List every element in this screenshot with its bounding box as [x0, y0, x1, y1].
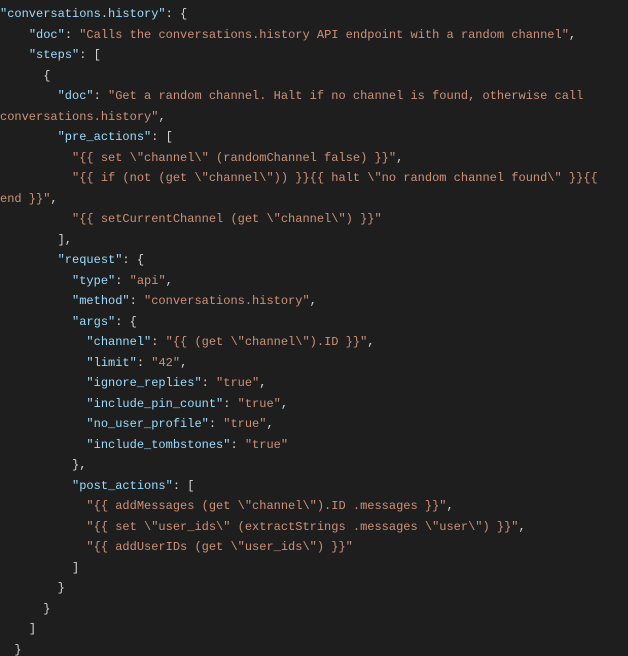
val-step-doc-a: "Get a random channel. Halt if no channe…	[108, 89, 583, 103]
post-action-0: "{{ addMessages (get \"channel\").ID .me…	[86, 499, 446, 513]
key-arg-include-tombstones: "include_tombstones"	[86, 438, 230, 452]
pre-action-1a: "{{ if (not (get \"channel\")) }}{{ halt…	[72, 171, 598, 185]
key-type: "type"	[72, 274, 115, 288]
pre-action-1b: end }}"	[0, 192, 50, 206]
val-arg-include-tombstones: "true"	[245, 438, 288, 452]
key-steps: "steps"	[29, 48, 79, 62]
key-request: "request"	[58, 253, 123, 267]
key-pre-actions: "pre_actions"	[58, 130, 152, 144]
key-arg-channel: "channel"	[86, 335, 151, 349]
key-method: "method"	[72, 294, 130, 308]
key-step-doc: "doc"	[58, 89, 94, 103]
val-arg-channel: "{{ (get \"channel\").ID }}"	[166, 335, 368, 349]
post-action-2: "{{ addUserIDs (get \"user_ids\") }}"	[86, 540, 352, 554]
key-arg-include-pin-count: "include_pin_count"	[86, 397, 223, 411]
val-arg-no-user-profile: "true"	[223, 417, 266, 431]
key-top: "conversations.history"	[0, 7, 166, 21]
code-block: "conversations.history": { "doc": "Calls…	[0, 0, 628, 656]
key-args: "args"	[72, 315, 115, 329]
val-step-doc-b: conversations.history"	[0, 110, 158, 124]
post-action-1: "{{ set \"user_ids\" (extractStrings .me…	[86, 520, 518, 534]
key-arg-limit: "limit"	[86, 356, 136, 370]
key-post-actions: "post_actions"	[72, 479, 173, 493]
val-doc: "Calls the conversations.history API end…	[79, 28, 569, 42]
key-arg-ignore-replies: "ignore_replies"	[86, 376, 201, 390]
key-arg-no-user-profile: "no_user_profile"	[86, 417, 208, 431]
pre-action-2: "{{ setCurrentChannel (get \"channel\") …	[72, 212, 382, 226]
pre-action-0: "{{ set \"channel\" (randomChannel false…	[72, 151, 396, 165]
val-arg-ignore-replies: "true"	[216, 376, 259, 390]
val-type: "api"	[130, 274, 166, 288]
key-doc: "doc"	[29, 28, 65, 42]
val-method: "conversations.history"	[144, 294, 310, 308]
val-arg-limit: "42"	[151, 356, 180, 370]
val-arg-include-pin-count: "true"	[238, 397, 281, 411]
